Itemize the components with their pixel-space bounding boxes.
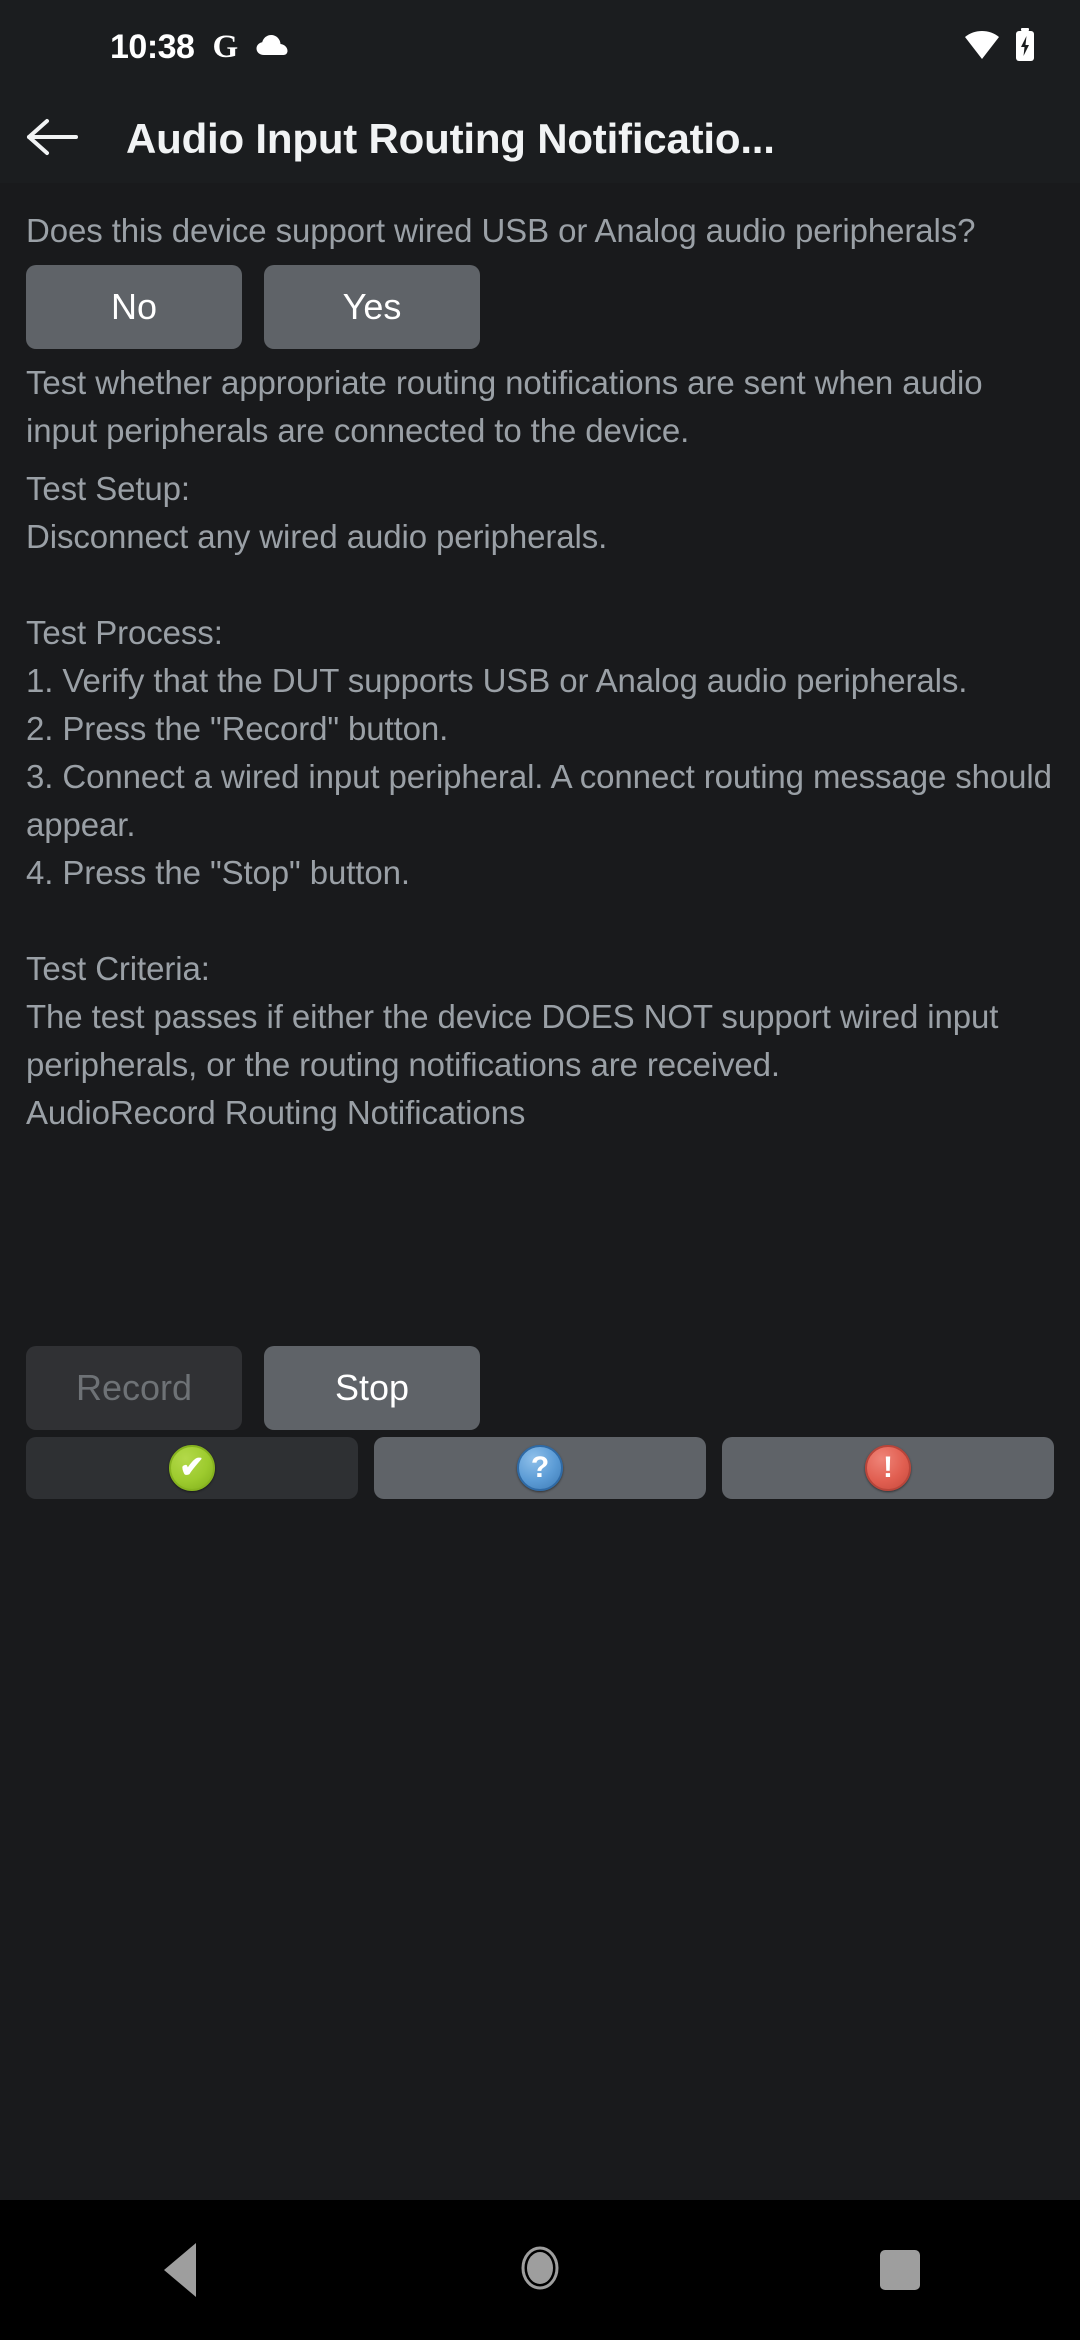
wifi-icon (964, 30, 1000, 65)
navigation-bar (0, 2200, 1080, 2340)
action-button-row: Record Stop (26, 1346, 480, 1430)
test-instructions: Test Setup: Disconnect any wired audio p… (26, 470, 1052, 1083)
status-bar-clock: 10:38 (110, 28, 195, 66)
answer-button-row: No Yes (26, 265, 1054, 349)
support-question: Does this device support wired USB or An… (26, 212, 976, 249)
status-bar-right (964, 28, 1036, 67)
cloud-icon (256, 33, 288, 62)
verdict-button-row: ✔ ? ! (26, 1437, 1054, 1499)
nav-recents-icon (880, 2250, 920, 2290)
exclamation-circle-icon: ! (865, 1445, 911, 1491)
nav-home-icon (517, 2245, 563, 2296)
record-button[interactable]: Record (26, 1346, 242, 1430)
nav-back-icon (164, 2243, 196, 2297)
status-bar-left: 10:38 G (110, 28, 288, 67)
check-circle-icon: ✔ (169, 1445, 215, 1491)
pass-button[interactable]: ✔ (26, 1437, 358, 1499)
status-bar: 10:38 G (0, 0, 1080, 95)
arrow-back-icon (26, 115, 78, 164)
nav-back-button[interactable] (80, 2200, 280, 2340)
question-circle-icon: ? (517, 1445, 563, 1491)
no-button[interactable]: No (26, 265, 242, 349)
test-content: Does this device support wired USB or An… (0, 183, 1080, 2200)
google-g-icon: G (212, 29, 239, 65)
fail-button[interactable]: ! (722, 1437, 1054, 1499)
back-button[interactable] (0, 95, 104, 183)
page-title: Audio Input Routing Notificatio... (126, 115, 775, 162)
pass-glyph: ✔ (179, 1451, 205, 1484)
yes-button[interactable]: Yes (264, 265, 480, 349)
fail-glyph: ! (883, 1451, 893, 1484)
test-status-line: AudioRecord Routing Notifications (26, 1094, 526, 1131)
info-glyph: ? (530, 1451, 550, 1484)
info-button[interactable]: ? (374, 1437, 706, 1499)
nav-home-button[interactable] (440, 2200, 640, 2340)
app-bar: Audio Input Routing Notificatio... (0, 95, 1080, 183)
device-screen: 10:38 G Audio Input Routing Notificatio.… (0, 0, 1080, 2340)
nav-recents-button[interactable] (800, 2200, 1000, 2340)
battery-charging-icon (1014, 28, 1036, 67)
stop-button[interactable]: Stop (264, 1346, 480, 1430)
test-description: Test whether appropriate routing notific… (26, 364, 992, 449)
